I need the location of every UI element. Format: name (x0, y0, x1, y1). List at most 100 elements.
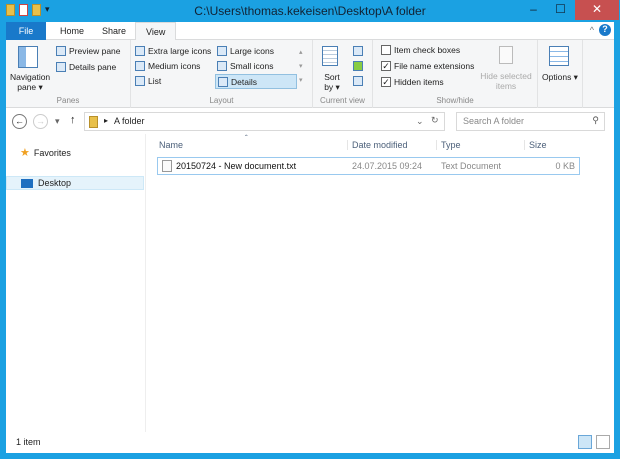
help-icon[interactable]: ? (599, 24, 611, 36)
layout-list[interactable]: List (135, 76, 161, 86)
file-type: Text Document (441, 161, 502, 171)
list-icon (135, 76, 145, 86)
layout-large-icons[interactable]: Large icons (217, 46, 274, 56)
nav-item-desktop[interactable]: Desktop (6, 176, 144, 190)
hidden-items-checkbox[interactable]: ✓ Hidden items (381, 77, 444, 87)
show-hide-group-label: Show/hide (436, 96, 474, 105)
star-icon: ★ (20, 147, 30, 159)
layout-extra-large-icons[interactable]: Extra large icons (135, 46, 211, 56)
back-button[interactable]: ← (12, 114, 27, 129)
large-icons-icon (217, 46, 227, 56)
layout-label: Details (231, 76, 257, 87)
hide-selected-icon (499, 46, 513, 64)
options-button[interactable]: Options ▾ (542, 72, 578, 83)
checkmark-icon: ✓ (381, 77, 391, 87)
preview-pane-icon (56, 46, 66, 56)
up-button[interactable]: ↑ (70, 114, 76, 126)
address-bar-row: ← → ▾ ↑ ▸ A folder ⌄ ↻ Search A folder ⚲ (6, 110, 614, 134)
panes-group-label: Panes (56, 96, 80, 105)
checkbox-icon (381, 45, 391, 55)
breadcrumb-separator-icon[interactable]: ▸ (104, 116, 108, 125)
address-dropdown-icon[interactable]: ⌄ (416, 116, 424, 127)
checkbox-label: Hidden items (394, 77, 444, 87)
close-button[interactable]: ✕ (575, 0, 619, 20)
add-columns-icon[interactable] (353, 61, 363, 71)
column-header-type[interactable]: Type (436, 140, 461, 150)
preview-pane-label: Preview pane (69, 46, 121, 56)
layout-details[interactable]: Details (215, 74, 297, 89)
sort-ascending-icon: ˆ (245, 134, 248, 143)
search-placeholder: Search A folder (463, 116, 525, 126)
layout-label: List (148, 76, 162, 86)
details-icon (218, 76, 228, 87)
details-pane-button[interactable]: Details pane (56, 62, 116, 72)
layout-group: Extra large icons Large icons Medium ico… (131, 40, 313, 108)
refresh-icon[interactable]: ↻ (431, 115, 439, 126)
forward-button[interactable]: → (33, 114, 48, 129)
panes-group: Navigation pane ▾ Preview pane Details p… (6, 40, 131, 108)
layout-label: Large icons (230, 46, 274, 56)
current-view-group-label: Current view (320, 96, 365, 105)
layout-label: Medium icons (148, 61, 201, 71)
preview-pane-button[interactable]: Preview pane (56, 46, 121, 56)
show-hide-group: Item check boxes ✓ File name extensions ✓… (373, 40, 538, 108)
nav-label: Favorites (33, 147, 71, 158)
details-pane-label: Details pane (69, 62, 117, 72)
tab-share[interactable]: Share (92, 22, 136, 40)
item-check-boxes-checkbox[interactable]: Item check boxes (381, 45, 460, 55)
navigation-pane: ★ Favorites Desktop (6, 134, 146, 432)
status-bar: 1 item (6, 432, 614, 453)
checkmark-icon: ✓ (381, 61, 391, 71)
file-name: 20150724 - New document.txt (176, 161, 297, 171)
tab-view[interactable]: View (135, 22, 177, 41)
tab-home[interactable]: Home (50, 22, 94, 40)
layout-group-label: Layout (209, 96, 234, 105)
file-list: ˆ Name Date modified Type Size 20150724 … (147, 134, 614, 432)
file-row[interactable]: 20150724 - New document.txt 24.07.2015 0… (157, 157, 580, 175)
search-input[interactable]: Search A folder ⚲ (456, 112, 605, 131)
layout-medium-icons[interactable]: Medium icons (135, 61, 200, 71)
ribbon: Navigation pane ▾ Preview pane Details p… (6, 40, 614, 108)
medium-icons-icon (135, 61, 145, 71)
explorer-window: File Home Share View ^ ? Navigation pane… (6, 22, 614, 453)
sort-by-button[interactable]: Sort by ▾ (323, 72, 341, 93)
nav-label: Desktop (38, 178, 72, 188)
column-header-size[interactable]: Size (524, 140, 547, 150)
small-icons-icon (217, 61, 227, 71)
folder-icon (89, 116, 98, 128)
layout-scroll[interactable]: ▴ ▾ ▾ (299, 46, 303, 88)
file-date: 24.07.2015 09:24 (352, 161, 423, 171)
breadcrumb-a-folder[interactable]: A folder (114, 116, 145, 126)
navigation-pane-icon (18, 46, 38, 68)
nav-item-favorites[interactable]: ★ Favorites (20, 146, 71, 159)
navigation-pane-button[interactable]: Navigation pane ▾ (10, 72, 50, 93)
column-header-name[interactable]: Name (159, 140, 183, 150)
collapse-ribbon-icon[interactable]: ^ (590, 25, 594, 35)
checkbox-label: Item check boxes (394, 45, 461, 55)
layout-label: Small icons (230, 61, 274, 71)
current-view-group: Sort by ▾ Current view (313, 40, 373, 108)
extra-large-icons-icon (135, 46, 145, 56)
large-icons-view-button[interactable] (596, 435, 610, 449)
address-input[interactable]: ▸ A folder ⌄ ↻ (84, 112, 445, 131)
minimize-button[interactable]: – (520, 0, 547, 20)
details-pane-icon (56, 62, 66, 72)
tab-file[interactable]: File (6, 22, 46, 40)
recent-locations-icon[interactable]: ▾ (55, 116, 60, 127)
file-name-extensions-checkbox[interactable]: ✓ File name extensions (381, 61, 474, 71)
details-view-button[interactable] (578, 435, 592, 449)
title-bar: ▾ C:\Users\thomas.kekeisen\Desktop\A fol… (0, 0, 620, 22)
ribbon-tabs: File Home Share View ^ ? (6, 22, 614, 41)
search-icon: ⚲ (592, 115, 599, 125)
column-header-date-modified[interactable]: Date modified (347, 140, 408, 150)
desktop-icon (21, 178, 33, 188)
item-count: 1 item (16, 437, 41, 447)
maximize-button[interactable]: ☐ (547, 0, 574, 20)
hide-selected-items-button[interactable]: Hide selected items (479, 71, 533, 91)
options-icon (549, 46, 569, 66)
sort-by-icon (322, 46, 338, 66)
group-by-icon[interactable] (353, 46, 363, 56)
layout-small-icons[interactable]: Small icons (217, 61, 273, 71)
size-columns-icon[interactable] (353, 76, 363, 86)
options-group: Options ▾ (538, 40, 583, 108)
